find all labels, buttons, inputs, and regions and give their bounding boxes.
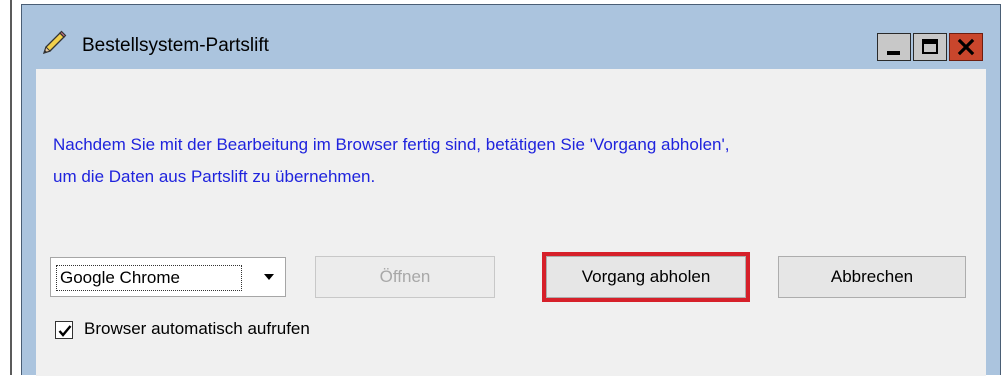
background-window-edge [0,0,12,375]
window-title: Bestellsystem-Partslift [82,35,269,56]
pencil-icon [40,29,68,57]
browser-select[interactable]: Google Chrome [50,257,286,297]
minimize-button[interactable] [877,33,911,61]
open-button[interactable]: Öffnen [315,256,495,298]
instruction-line-2: um die Daten aus Partslift zu übernehmen… [53,167,376,186]
cancel-button[interactable]: Abbrechen [778,256,966,298]
close-button[interactable] [949,33,983,61]
close-icon [957,38,975,56]
auto-open-browser-checkbox[interactable] [55,321,73,339]
instruction-line-1: Nachdem Sie mit der Bearbeitung im Brows… [53,135,730,154]
fetch-process-button[interactable]: Vorgang abholen [546,256,746,298]
auto-open-browser-label[interactable]: Browser automatisch aufrufen [84,319,310,339]
maximize-icon [922,39,938,54]
instruction-message: Nachdem Sie mit der Bearbeitung im Brows… [53,129,973,193]
minimize-icon [887,51,900,55]
dialog-client-area: Nachdem Sie mit der Bearbeitung im Brows… [36,69,986,376]
dialog-window: Bestellsystem-Partslift Nachdem Sie mit … [21,4,1001,376]
checkmark-icon [58,325,72,337]
maximize-button[interactable] [913,33,947,61]
chevron-down-icon[interactable] [263,273,275,281]
title-bar[interactable]: Bestellsystem-Partslift [22,5,1000,69]
browser-select-value: Google Chrome [56,265,242,291]
